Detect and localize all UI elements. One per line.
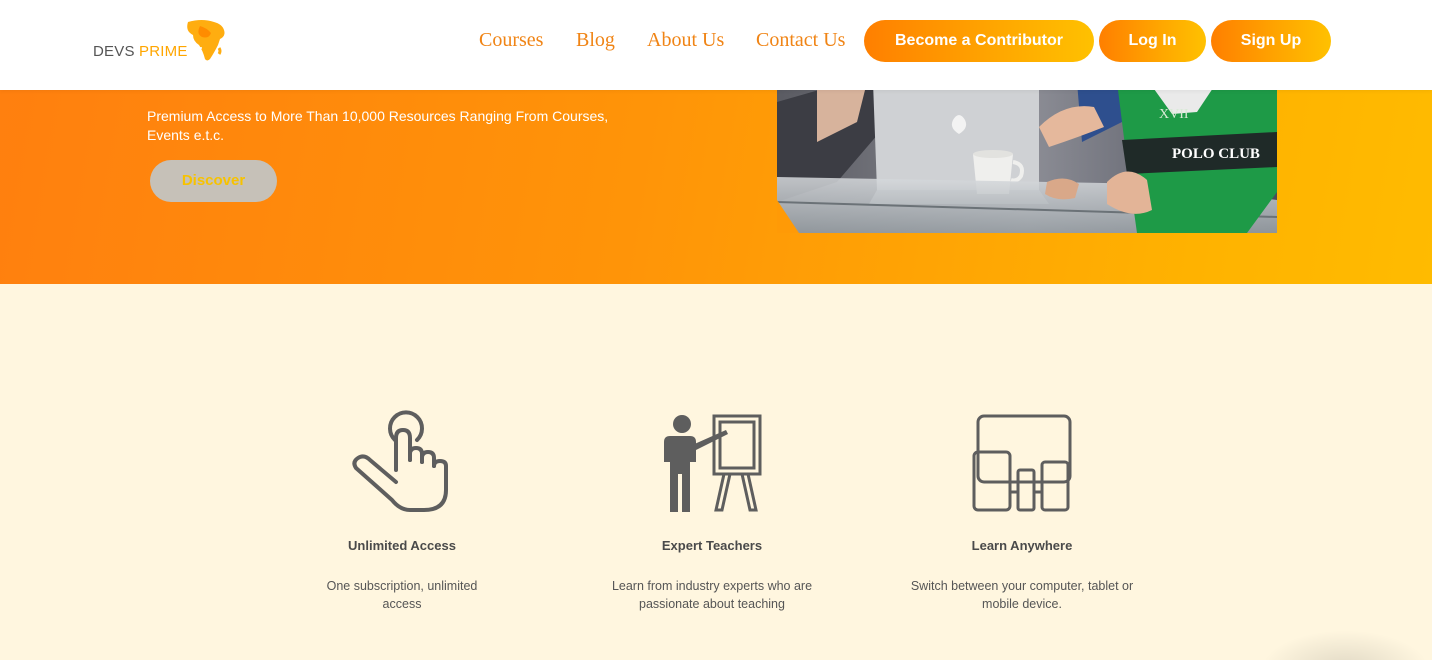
devices-icon [972,414,1072,512]
top-navbar: DEVS PRIME Courses Blog About Us Contact… [0,0,1432,90]
signup-button[interactable]: Sign Up [1211,20,1331,62]
logo-word-prime: PRIME [139,43,188,60]
feature-description: Switch between your computer, tablet or … [910,579,1134,611]
svg-text:POLO CLUB: POLO CLUB [1172,146,1260,162]
hero-subtitle: Premium Access to More Than 10,000 Resou… [147,108,609,143]
login-button[interactable]: Log In [1099,20,1206,62]
nav-blog[interactable]: Blog [576,29,615,52]
feature-learn-anywhere: Learn Anywhere Switch between your compu… [892,410,1152,613]
feature-title: Learn Anywhere [971,538,1073,553]
logo[interactable]: DEVS PRIME [93,18,233,63]
floating-widget-shadow [1260,630,1430,660]
feature-expert-teachers: Expert Teachers Learn from industry expe… [582,410,842,613]
feature-unlimited-access: Unlimited Access One subscription, unlim… [272,410,532,613]
feature-title: Unlimited Access [348,538,456,553]
tap-hand-icon [352,410,448,512]
svg-text:XVII: XVII [1159,107,1189,122]
nav-about-us[interactable]: About Us [647,29,724,52]
nav-contact-us[interactable]: Contact Us [756,29,845,52]
discover-button[interactable]: Discover [150,160,277,202]
feature-title: Expert Teachers [661,538,763,553]
feature-description: Learn from industry experts who are pass… [611,579,813,611]
become-contributor-button[interactable]: Become a Contributor [864,20,1094,62]
logo-word-devs: DEVS [93,43,135,60]
africa-map-icon [187,20,225,61]
nav-courses[interactable]: Courses [479,29,543,52]
logo-text: DEVS PRIME [93,43,188,60]
feature-description: One subscription, unlimited access [326,579,478,611]
teacher-board-icon [664,414,762,512]
hero-photo: POLO CLUB XVII [777,82,1277,233]
